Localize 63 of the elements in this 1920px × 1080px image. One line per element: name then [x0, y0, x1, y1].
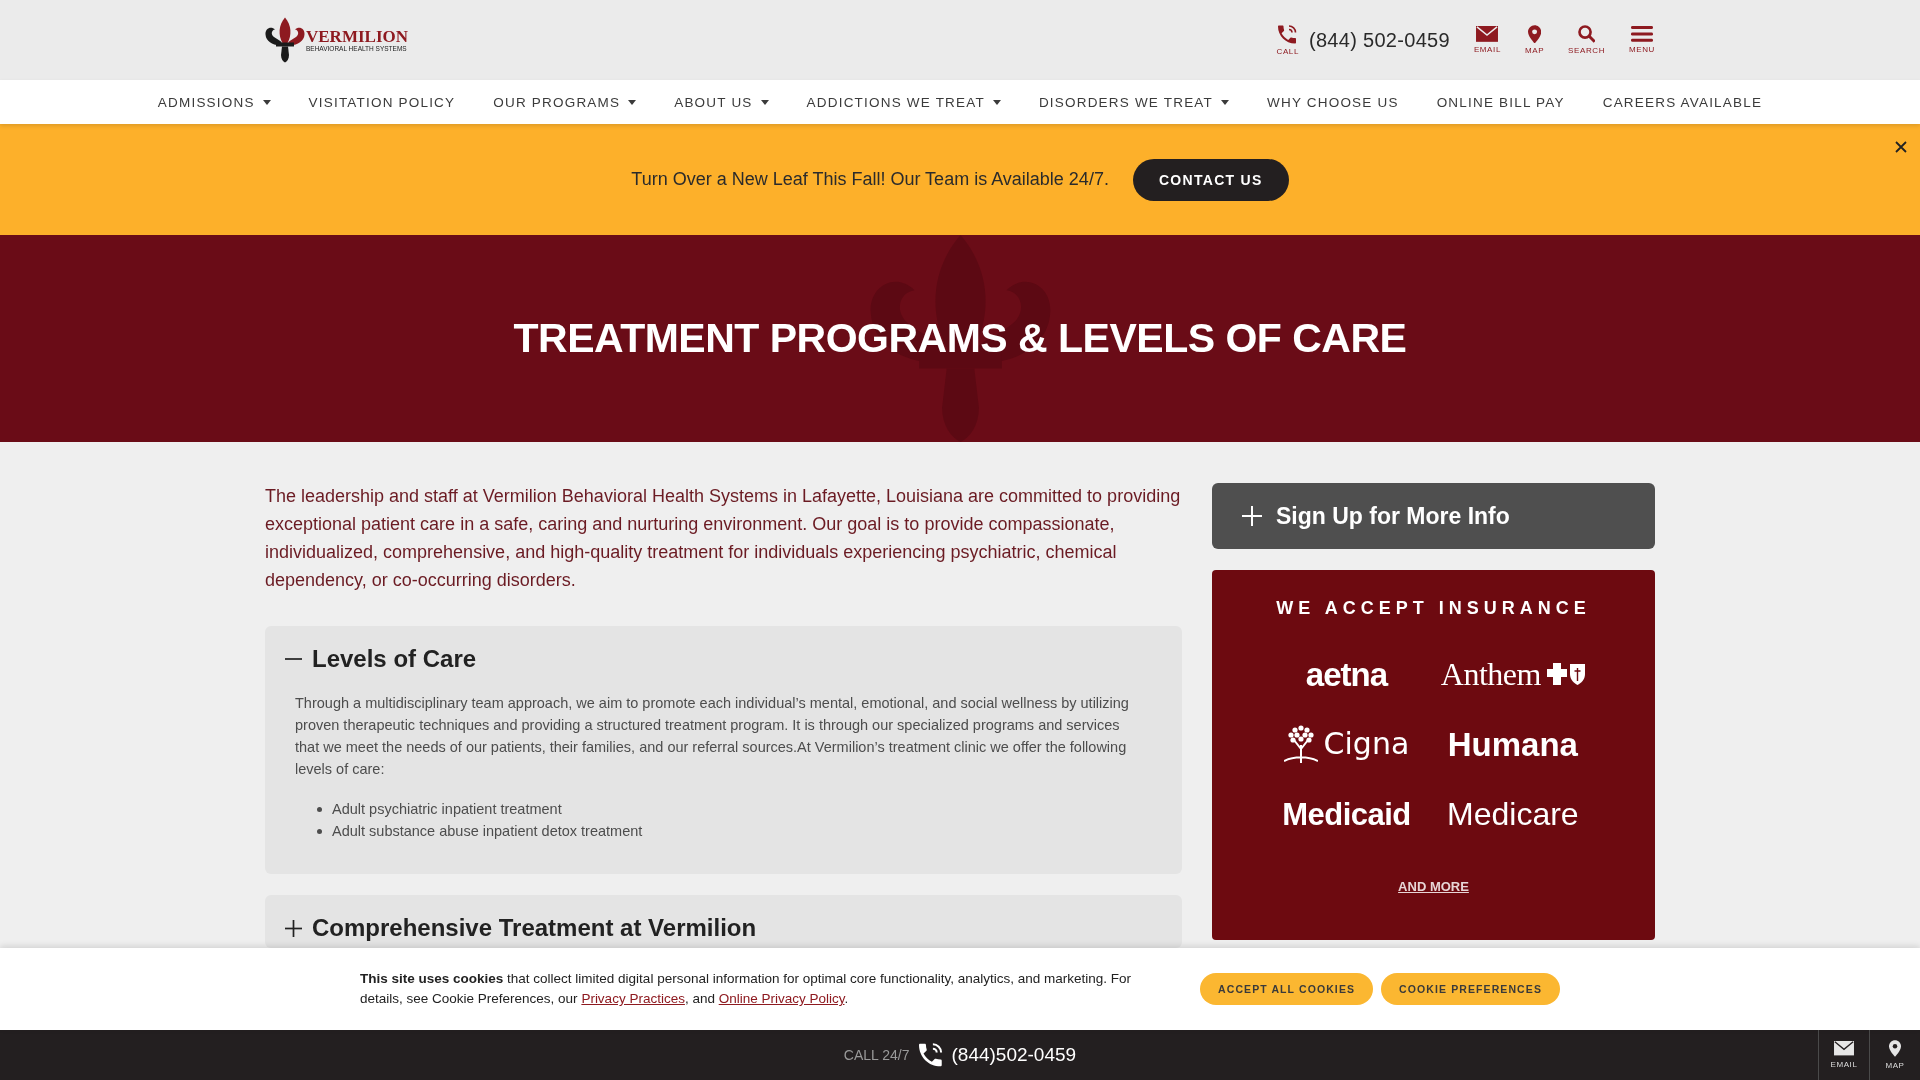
- caret-icon: [262, 99, 271, 105]
- caret-icon: [992, 99, 1001, 105]
- cross-shield-icon: [1546, 663, 1585, 685]
- insurer-logo-text: Anthem: [1440, 658, 1541, 690]
- menu-icon: [1631, 26, 1653, 42]
- nav-link[interactable]: ADDICTIONS WE TREAT: [806, 94, 1001, 110]
- bullet-icon: [317, 828, 322, 834]
- nav-link[interactable]: ADMISSIONS: [157, 94, 271, 110]
- email-button[interactable]: EMAIL: [1818, 1030, 1869, 1080]
- list-item: Adult substance abuse inpatient detox treatment: [332, 823, 643, 839]
- cookie-button[interactable]: ACCEPT ALL COOKIES: [1200, 973, 1374, 1005]
- insurer-logo-text: Cigna: [1323, 729, 1410, 759]
- nav-link[interactable]: DISORDERS WE TREAT: [1038, 94, 1229, 110]
- banner-text: Turn Over a New Leaf This Fall! Our Team is Available 24/7.: [631, 169, 1109, 190]
- nav-link[interactable]: ONLINE BILL PAY: [1436, 94, 1565, 110]
- menu-button[interactable]: MENU: [1629, 26, 1655, 54]
- nav-link[interactable]: OUR PROGRAMS: [493, 94, 637, 110]
- cookie-notice-text: This site uses cookies that collect limited digital personal information for optimal core functionality, analytics, and marketing. For details, see Cookie Preferences, our Privacy Practices, and Online Privacy Policy.: [360, 970, 1133, 1008]
- call-label: CALL 24/7: [843, 1047, 910, 1063]
- nav-link[interactable]: VISITATION POLICY: [308, 94, 456, 110]
- minus-icon: [285, 658, 302, 660]
- phone-icon: [919, 1043, 944, 1067]
- plus-icon: [1242, 506, 1262, 526]
- insurance-title: WE ACCEPT INSURANCE: [1276, 598, 1591, 619]
- tree-icon: [1283, 725, 1318, 763]
- map-button[interactable]: MAP: [1869, 1030, 1920, 1080]
- nav-link[interactable]: CAREERS AVAILABLE: [1602, 94, 1763, 110]
- envelope-icon: [1834, 1041, 1854, 1056]
- search-button[interactable]: SEARCH: [1568, 25, 1606, 55]
- accordion-toggle[interactable]: Comprehensive Treatment at Vermilion: [265, 895, 1182, 948]
- envelope-icon: [1476, 26, 1499, 42]
- page-title: TREATMENT PROGRAMS & LEVELS OF CARE: [513, 315, 1407, 362]
- insurer-logo-text: Humana: [1447, 727, 1578, 761]
- map-pin-icon: [1889, 1040, 1901, 1057]
- policy-link[interactable]: Privacy Practices: [581, 991, 685, 1006]
- nav-link[interactable]: WHY CHOOSE US: [1267, 94, 1399, 110]
- map-pin-icon: [1527, 24, 1542, 44]
- search-icon: [1577, 25, 1596, 43]
- insurer-logo-text: aetna: [1305, 657, 1388, 691]
- accordion-text: Through a multidisciplinary team approach, we aim to promote each individual’s mental, emotional, and social wellness by utilizing proven therapeutic techniques and providing a structured treatment program. It is through our specialized programs and services that we meet the needs of our patients, their families, and our referral sources.At Vermilion’s treatment clinic we offer the following levels of care:: [295, 694, 1130, 779]
- email-button[interactable]: EMAIL: [1473, 26, 1501, 54]
- list-item: Adult psychiatric inpatient treatment: [332, 801, 562, 817]
- fleur-de-lis-icon: [265, 17, 305, 63]
- map-button[interactable]: MAP: [1524, 24, 1545, 56]
- nav-link[interactable]: ABOUT US: [674, 94, 769, 110]
- caret-icon: [1221, 99, 1229, 105]
- plus-icon: [285, 919, 302, 937]
- bullet-icon: [317, 806, 322, 812]
- accordion-toggle[interactable]: Levels of Care: [265, 626, 1182, 686]
- caret-icon: [628, 99, 637, 105]
- phone-number-link[interactable]: (844)502-0459: [951, 1044, 1077, 1066]
- caret-icon: [760, 99, 769, 105]
- signup-toggle[interactable]: Sign Up for More Info: [1212, 483, 1655, 549]
- intro-paragraph: The leadership and staff at Vermilion Behavioral Health Systems in Lafayette, Louisiana are committed to providing exceptional patient care in a safe, caring and nurturing environment. Our goal is to provide compassionate, individualized, comprehensive, and high-quality treatment for individuals experiencing psychiatric, chemical dependency, or co-occurring disorders.: [265, 485, 1182, 592]
- contact-button[interactable]: CONTACT US: [1132, 158, 1289, 201]
- cookie-button[interactable]: COOKIE PREFERENCES: [1381, 973, 1560, 1005]
- call-button[interactable]: CALL: [1276, 24, 1299, 56]
- insurer-logo-text: Medicare: [1447, 798, 1579, 830]
- phone-number-link[interactable]: (844) 502-0459: [1308, 28, 1450, 52]
- close-icon: [1895, 141, 1907, 153]
- insurer-logo-text: Medicaid: [1282, 798, 1411, 830]
- more-insurers-link[interactable]: AND MORE: [1398, 879, 1469, 894]
- phone-icon: [1278, 24, 1298, 44]
